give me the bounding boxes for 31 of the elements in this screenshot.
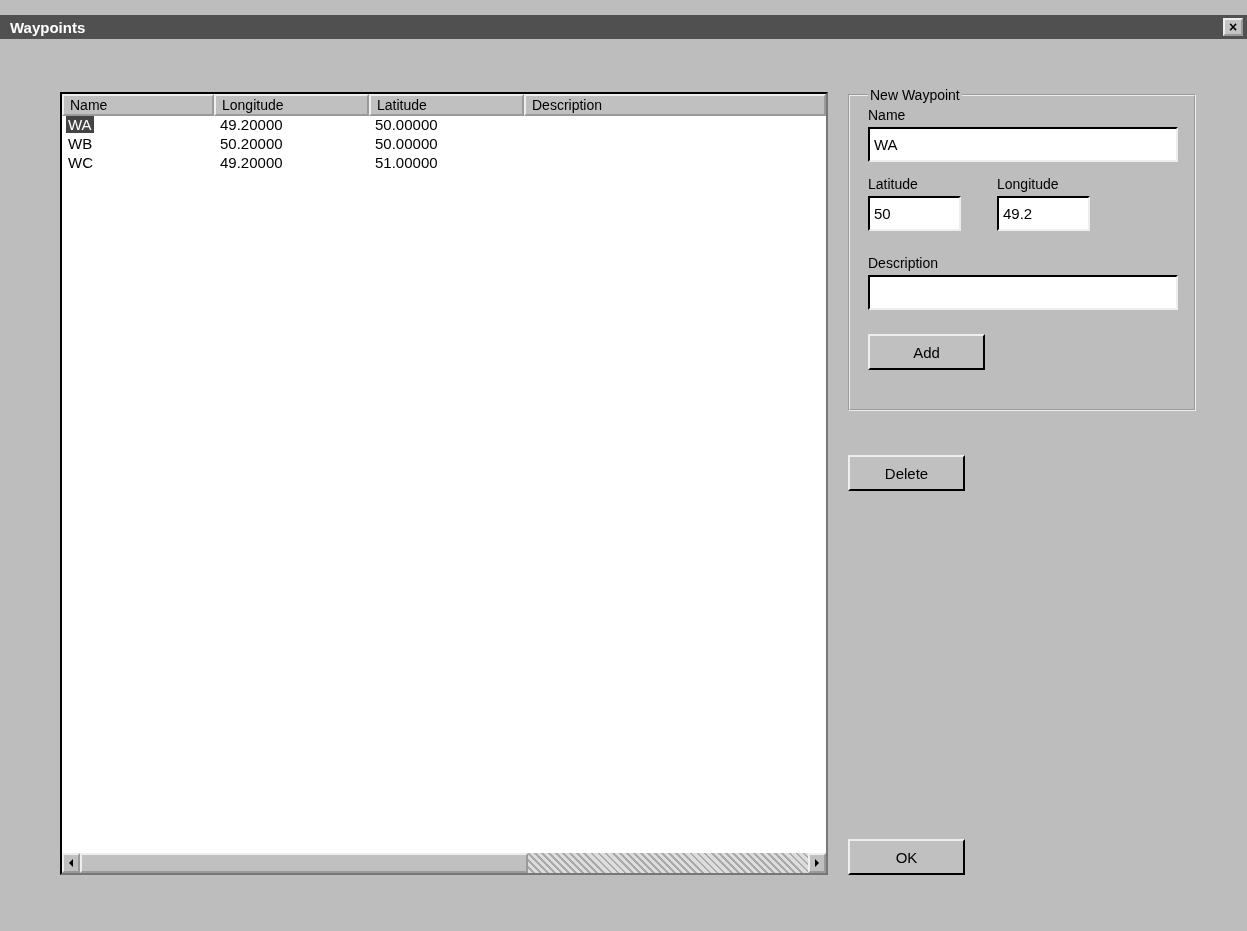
field-label: Name: [868, 107, 906, 123]
table-cell[interactable]: WA: [66, 116, 94, 133]
group-title: New Waypoint: [869, 87, 961, 103]
delete-button[interactable]: Delete: [848, 455, 965, 491]
close-button[interactable]: ×: [1223, 18, 1243, 36]
longitude-field[interactable]: 49.2: [997, 196, 1090, 231]
field-label: Latitude: [868, 176, 918, 192]
scroll-left-icon[interactable]: [62, 853, 80, 873]
column-header[interactable]: Description: [524, 94, 826, 116]
table-cell-text: 50.00000: [374, 116, 439, 133]
table-cell[interactable]: WB: [66, 135, 95, 152]
latitude-field[interactable]: 50: [868, 196, 961, 231]
ok-button[interactable]: OK: [848, 839, 965, 875]
field-label: Longitude: [997, 176, 1059, 192]
window-title: Waypoints: [10, 18, 86, 36]
table-cell-text: 51.00000: [374, 154, 439, 171]
column-header[interactable]: Longitude: [214, 94, 369, 116]
table-cell-text: 49.20000: [219, 116, 284, 133]
table-cell-text: 50.00000: [374, 135, 439, 152]
scroll-right-icon[interactable]: [808, 853, 826, 873]
description-field[interactable]: [868, 275, 1178, 310]
add-button[interactable]: Add: [868, 334, 985, 370]
horizontal-scrollbar[interactable]: [62, 853, 826, 873]
table-cell[interactable]: WC: [66, 154, 95, 171]
field-label: Description: [868, 255, 939, 271]
name-field[interactable]: WA: [868, 127, 1178, 162]
column-header[interactable]: Name: [62, 94, 214, 116]
scroll-thumb[interactable]: [80, 853, 528, 873]
table-cell-text: 50.20000: [219, 135, 284, 152]
column-header[interactable]: Latitude: [369, 94, 524, 116]
table-cell-text: 49.20000: [219, 154, 284, 171]
